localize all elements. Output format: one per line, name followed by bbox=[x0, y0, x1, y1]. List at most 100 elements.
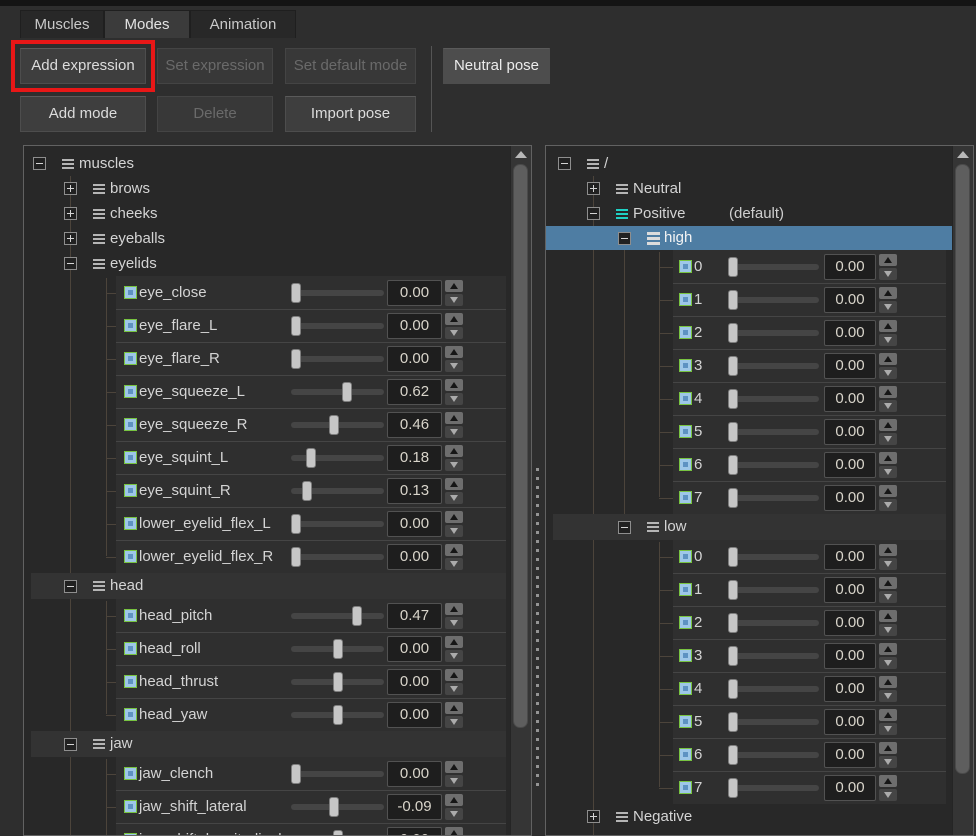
import-pose-button[interactable]: Import pose bbox=[285, 96, 416, 132]
spin-up-button[interactable] bbox=[445, 544, 463, 556]
tab-animation[interactable]: Animation bbox=[190, 10, 296, 38]
scrollbar-thumb[interactable] bbox=[955, 164, 970, 774]
channel-slider[interactable] bbox=[291, 448, 384, 468]
slider-track[interactable] bbox=[728, 554, 819, 560]
expander-minus-icon[interactable] bbox=[64, 257, 77, 270]
slider-handle[interactable] bbox=[333, 830, 343, 836]
spin-up-button[interactable] bbox=[879, 485, 897, 497]
value-field[interactable]: 0.00 bbox=[824, 676, 876, 702]
spin-down-button[interactable] bbox=[445, 650, 463, 662]
channel-slider[interactable] bbox=[728, 389, 819, 409]
scrollbar-thumb[interactable] bbox=[513, 164, 528, 728]
channel-slider[interactable] bbox=[728, 778, 819, 798]
value-field[interactable]: 0.00 bbox=[387, 313, 442, 339]
slider-track[interactable] bbox=[291, 521, 384, 527]
channel-row-5[interactable]: 50.00 bbox=[546, 705, 953, 738]
slider-track[interactable] bbox=[291, 389, 384, 395]
spin-up-button[interactable] bbox=[445, 669, 463, 681]
spin-up-button[interactable] bbox=[879, 709, 897, 721]
value-field[interactable]: 0.00 bbox=[387, 346, 442, 372]
slider-track[interactable] bbox=[728, 620, 819, 626]
channel-checkbox-icon[interactable] bbox=[124, 385, 137, 398]
spin-up-button[interactable] bbox=[879, 742, 897, 754]
spin-up-button[interactable] bbox=[879, 676, 897, 688]
slider-track[interactable] bbox=[291, 613, 384, 619]
slider-track[interactable] bbox=[728, 719, 819, 725]
channel-row-eye-close[interactable]: eye_close0.00 bbox=[24, 276, 511, 309]
spin-down-button[interactable] bbox=[879, 466, 897, 478]
slider-track[interactable] bbox=[728, 297, 819, 303]
channel-checkbox-icon[interactable] bbox=[124, 418, 137, 431]
slider-handle[interactable] bbox=[728, 488, 738, 508]
slider-track[interactable] bbox=[728, 495, 819, 501]
channel-slider[interactable] bbox=[291, 283, 384, 303]
value-field[interactable]: 0.00 bbox=[824, 386, 876, 412]
spin-down-button[interactable] bbox=[445, 808, 463, 820]
expander-minus-icon[interactable] bbox=[587, 207, 600, 220]
channel-slider[interactable] bbox=[291, 606, 384, 626]
spin-down-button[interactable] bbox=[445, 393, 463, 405]
value-field[interactable]: -0.09 bbox=[387, 794, 442, 820]
channel-checkbox-icon[interactable] bbox=[679, 425, 692, 438]
scroll-up-arrow-icon[interactable] bbox=[511, 146, 531, 162]
spin-down-button[interactable] bbox=[445, 683, 463, 695]
channel-slider[interactable] bbox=[728, 547, 819, 567]
value-field[interactable]: 0.00 bbox=[824, 742, 876, 768]
slider-handle[interactable] bbox=[333, 705, 343, 725]
expander-minus-icon[interactable] bbox=[618, 232, 631, 245]
slider-handle[interactable] bbox=[306, 448, 316, 468]
channel-checkbox-icon[interactable] bbox=[679, 616, 692, 629]
slider-track[interactable] bbox=[728, 330, 819, 336]
neutral-pose-button[interactable]: Neutral pose bbox=[443, 48, 550, 84]
spin-down-button[interactable] bbox=[879, 789, 897, 801]
spin-down-button[interactable] bbox=[445, 775, 463, 787]
spin-up-button[interactable] bbox=[879, 353, 897, 365]
channel-checkbox-icon[interactable] bbox=[679, 260, 692, 273]
channel-row-head-roll[interactable]: head_roll0.00 bbox=[24, 632, 511, 665]
slider-handle[interactable] bbox=[352, 606, 362, 626]
slider-handle[interactable] bbox=[728, 778, 738, 798]
slider-handle[interactable] bbox=[728, 679, 738, 699]
channel-slider[interactable] bbox=[728, 646, 819, 666]
channel-row-jaw-clench[interactable]: jaw_clench0.00 bbox=[24, 757, 511, 790]
tree-row-negative[interactable]: Negative bbox=[546, 804, 953, 829]
slider-track[interactable] bbox=[291, 554, 384, 560]
channel-checkbox-icon[interactable] bbox=[679, 781, 692, 794]
value-field[interactable]: 0.13 bbox=[387, 478, 442, 504]
channel-row-eye-squeeze-l[interactable]: eye_squeeze_L0.62 bbox=[24, 375, 511, 408]
slider-handle[interactable] bbox=[291, 764, 301, 784]
value-field[interactable]: 0.47 bbox=[387, 603, 442, 629]
spin-up-button[interactable] bbox=[445, 636, 463, 648]
tree-row-node[interactable]: / bbox=[546, 151, 953, 176]
value-field[interactable]: 0.00 bbox=[824, 775, 876, 801]
channel-row-3[interactable]: 30.00 bbox=[546, 639, 953, 672]
value-field[interactable]: 0.00 bbox=[387, 280, 442, 306]
channel-slider[interactable] bbox=[728, 323, 819, 343]
channel-slider[interactable] bbox=[291, 415, 384, 435]
channel-slider[interactable] bbox=[728, 712, 819, 732]
channel-slider[interactable] bbox=[728, 745, 819, 765]
spin-up-button[interactable] bbox=[445, 761, 463, 773]
value-field[interactable]: 0.00 bbox=[824, 419, 876, 445]
spin-down-button[interactable] bbox=[445, 617, 463, 629]
slider-handle[interactable] bbox=[329, 415, 339, 435]
spin-down-button[interactable] bbox=[879, 558, 897, 570]
panel-splitter[interactable] bbox=[536, 468, 539, 790]
value-field[interactable]: 0.00 bbox=[387, 702, 442, 728]
spin-up-button[interactable] bbox=[445, 379, 463, 391]
value-field[interactable]: 0.00 bbox=[387, 669, 442, 695]
spin-up-button[interactable] bbox=[445, 313, 463, 325]
value-field[interactable]: 0.62 bbox=[387, 379, 442, 405]
value-field[interactable]: 0.00 bbox=[824, 254, 876, 280]
channel-slider[interactable] bbox=[728, 290, 819, 310]
slider-handle[interactable] bbox=[728, 389, 738, 409]
channel-row-5[interactable]: 50.00 bbox=[546, 415, 953, 448]
channel-checkbox-icon[interactable] bbox=[124, 708, 137, 721]
channel-slider[interactable] bbox=[291, 639, 384, 659]
spin-up-button[interactable] bbox=[879, 775, 897, 787]
expander-minus-icon[interactable] bbox=[64, 580, 77, 593]
value-field[interactable]: 0.00 bbox=[387, 761, 442, 787]
channel-slider[interactable] bbox=[728, 488, 819, 508]
slider-track[interactable] bbox=[291, 290, 384, 296]
tree-row-effort[interactable]: Effort bbox=[546, 829, 953, 836]
